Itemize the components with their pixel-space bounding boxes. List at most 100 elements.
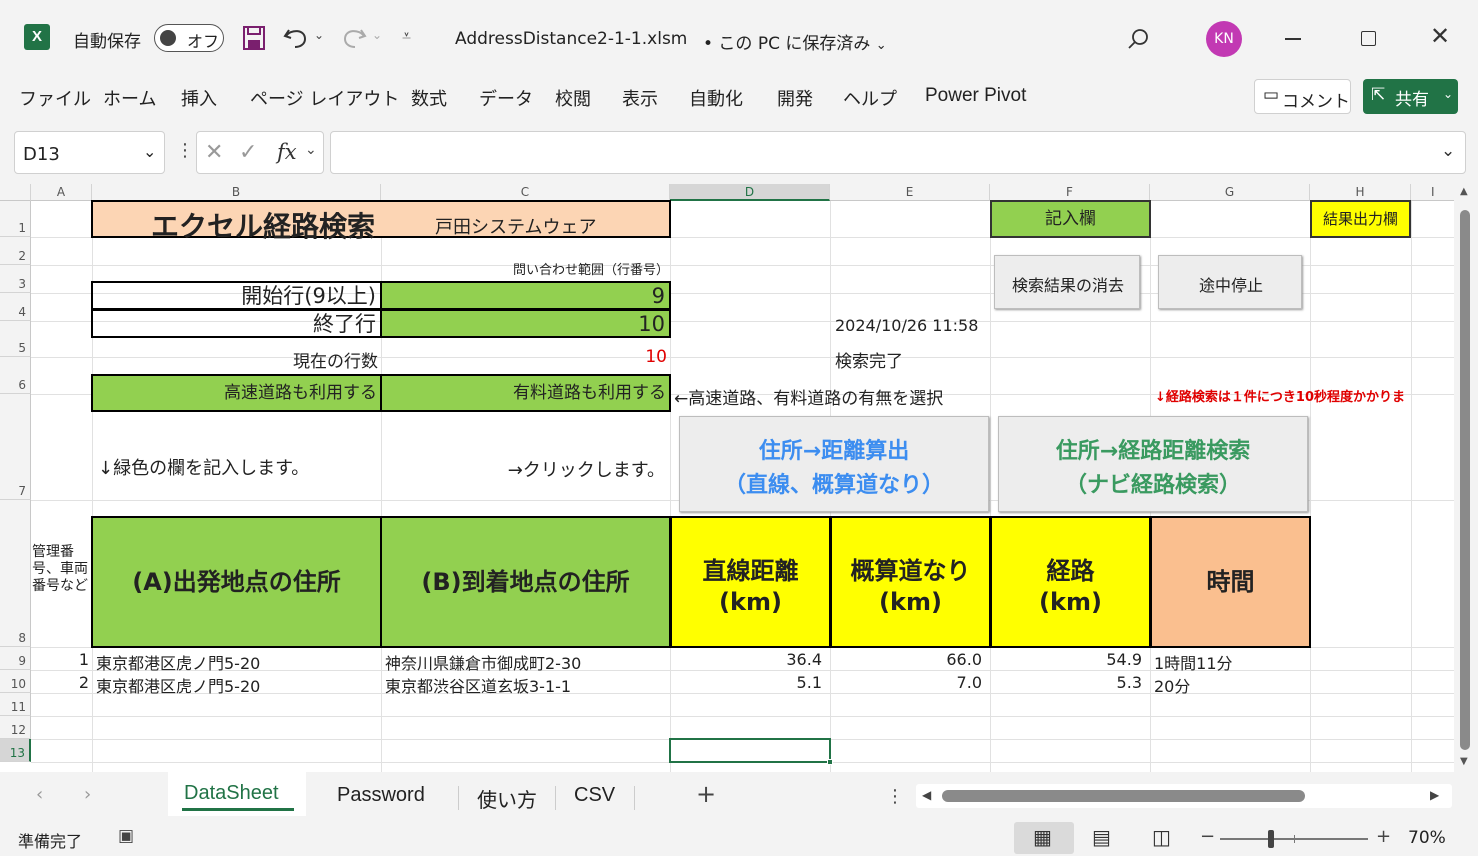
add-sheet-icon[interactable]: +	[696, 780, 716, 808]
clear-results-button[interactable]: 検索結果の消去	[994, 255, 1140, 309]
zoom-out-icon[interactable]: −	[1200, 826, 1215, 847]
sheet-tab-datasheet[interactable]: DataSheet	[168, 772, 306, 816]
stop-button[interactable]: 途中停止	[1158, 255, 1302, 309]
column-header-i[interactable]: I	[1411, 184, 1454, 201]
select-all-corner[interactable]	[0, 184, 31, 201]
spreadsheet-grid[interactable]: A B C D E F G H I 1 2 3 4 5 6 7 8 9 10 1…	[0, 184, 1454, 772]
row-header-3[interactable]: 3	[0, 265, 31, 293]
sheet-tab-password[interactable]: Password	[337, 784, 425, 807]
normal-view-button[interactable]: ▦	[1014, 822, 1074, 854]
scroll-down-icon[interactable]: ▼	[1460, 756, 1468, 767]
tab-developer[interactable]: 開発	[777, 85, 813, 111]
next-sheet-icon[interactable]: ›	[84, 784, 91, 805]
share-button[interactable]: ⇱ 共有 ⌄	[1363, 79, 1458, 114]
column-header-b[interactable]: B	[92, 184, 381, 201]
save-status[interactable]: • この PC に保存済み ⌄	[703, 29, 887, 54]
vertical-scrollbar[interactable]: ▲ ▼	[1454, 184, 1478, 772]
row10-id[interactable]: 2	[31, 673, 89, 692]
column-header-f[interactable]: F	[990, 184, 1150, 201]
row-header-10[interactable]: 10	[0, 670, 31, 693]
zoom-slider-thumb[interactable]	[1268, 830, 1274, 848]
zoom-in-icon[interactable]: +	[1376, 826, 1391, 847]
horizontal-scrollbar[interactable]: ◀ ▶	[916, 784, 1452, 808]
selected-cell-d13[interactable]	[669, 738, 831, 763]
row10-dest[interactable]: 東京都渋谷区道玄坂3-1-1	[385, 673, 571, 697]
tab-power-pivot[interactable]: Power Pivot	[925, 85, 1026, 107]
insert-function-icon[interactable]: fx	[277, 140, 297, 164]
row-header-12[interactable]: 12	[0, 716, 31, 739]
row9-straight[interactable]: 36.4	[670, 650, 822, 669]
row9-origin[interactable]: 東京都港区虎ノ門5-20	[96, 650, 260, 674]
zoom-level[interactable]: 70%	[1408, 828, 1446, 848]
row-header-1[interactable]: 1	[0, 201, 31, 237]
column-header-h[interactable]: H	[1310, 184, 1411, 201]
row-header-11[interactable]: 11	[0, 693, 31, 716]
customize-toolbar-icon[interactable]: ⩡	[402, 26, 411, 46]
tab-insert[interactable]: 挿入	[181, 85, 217, 111]
row9-route[interactable]: 54.9	[990, 650, 1142, 669]
zoom-slider[interactable]	[1220, 830, 1368, 848]
start-row-input[interactable]: 9	[380, 281, 671, 310]
tab-data[interactable]: データ	[479, 85, 533, 111]
row-header-13[interactable]: 13	[0, 739, 31, 762]
more-options-icon[interactable]: ⋮	[176, 140, 194, 161]
row9-id[interactable]: 1	[31, 650, 89, 669]
column-header-g[interactable]: G	[1150, 184, 1310, 201]
tab-review[interactable]: 校閲	[555, 85, 591, 111]
row-header-7[interactable]: 7	[0, 394, 31, 500]
row9-approx[interactable]: 66.0	[830, 650, 982, 669]
maximize-icon[interactable]	[1361, 31, 1376, 46]
accessibility-icon[interactable]: ▣	[118, 826, 134, 846]
row10-straight[interactable]: 5.1	[670, 673, 822, 692]
row10-time[interactable]: 20分	[1154, 673, 1190, 697]
row-header-5[interactable]: 5	[0, 321, 31, 357]
tab-view[interactable]: 表示	[622, 85, 658, 111]
tab-page-layout[interactable]: ページ レイアウト	[250, 85, 399, 111]
more-sheets-icon[interactable]: ⋮	[886, 786, 904, 807]
close-icon[interactable]: ✕	[1430, 22, 1450, 50]
horizontal-scroll-thumb[interactable]	[942, 790, 1305, 802]
minimize-icon[interactable]	[1285, 38, 1301, 40]
sheet-tab-usage[interactable]: 使い方	[477, 784, 537, 813]
row-header-9[interactable]: 9	[0, 647, 31, 670]
vertical-scroll-thumb[interactable]	[1460, 210, 1470, 750]
tab-automate[interactable]: 自動化	[689, 85, 743, 111]
route-search-button[interactable]: 住所→経路距離検索 （ナビ経路検索）	[998, 416, 1308, 512]
chevron-down-icon[interactable]: ⌄	[305, 142, 317, 158]
comment-button[interactable]: ▭ コメント	[1254, 79, 1351, 114]
search-icon[interactable]	[1127, 27, 1151, 51]
toll-option[interactable]: 有料道路も利用する	[380, 374, 671, 412]
formula-input[interactable]: ⌄	[330, 131, 1466, 174]
sheet-tab-csv[interactable]: CSV	[574, 784, 615, 807]
autosave-toggle[interactable]: オフ	[154, 24, 224, 52]
row-header-4[interactable]: 4	[0, 293, 31, 321]
save-icon[interactable]	[242, 25, 266, 51]
fill-handle[interactable]	[827, 759, 833, 765]
end-row-input[interactable]: 10	[380, 309, 671, 338]
row10-approx[interactable]: 7.0	[830, 673, 982, 692]
expand-formula-icon[interactable]: ⌄	[1441, 141, 1455, 161]
column-header-e[interactable]: E	[830, 184, 990, 201]
scroll-right-icon[interactable]: ▶	[1430, 788, 1439, 802]
page-break-view-icon[interactable]: ◫	[1152, 825, 1171, 849]
tab-formulas[interactable]: 数式	[411, 85, 447, 111]
column-header-c[interactable]: C	[381, 184, 670, 201]
name-box[interactable]: D13 ⌄	[14, 131, 165, 174]
undo-icon[interactable]	[283, 26, 309, 50]
tab-help[interactable]: ヘルプ	[843, 85, 897, 111]
tab-file[interactable]: ファイル	[19, 85, 91, 111]
scroll-left-icon[interactable]: ◀	[922, 788, 931, 802]
scroll-up-icon[interactable]: ▲	[1460, 186, 1468, 197]
row-header-8[interactable]: 8	[0, 500, 31, 647]
row-header-6[interactable]: 6	[0, 357, 31, 394]
tab-home[interactable]: ホーム	[103, 85, 156, 111]
row9-time[interactable]: 1時間11分	[1154, 650, 1233, 674]
row10-origin[interactable]: 東京都港区虎ノ門5-20	[96, 673, 260, 697]
highway-option[interactable]: 高速道路も利用する	[91, 374, 382, 412]
row10-route[interactable]: 5.3	[990, 673, 1142, 692]
row-header-2[interactable]: 2	[0, 237, 31, 265]
page-layout-view-icon[interactable]: ▤	[1092, 825, 1111, 849]
prev-sheet-icon[interactable]: ‹	[36, 784, 43, 805]
distance-calc-button[interactable]: 住所→距離算出 （直線、概算道なり）	[679, 416, 989, 512]
avatar[interactable]: KN	[1206, 21, 1242, 57]
